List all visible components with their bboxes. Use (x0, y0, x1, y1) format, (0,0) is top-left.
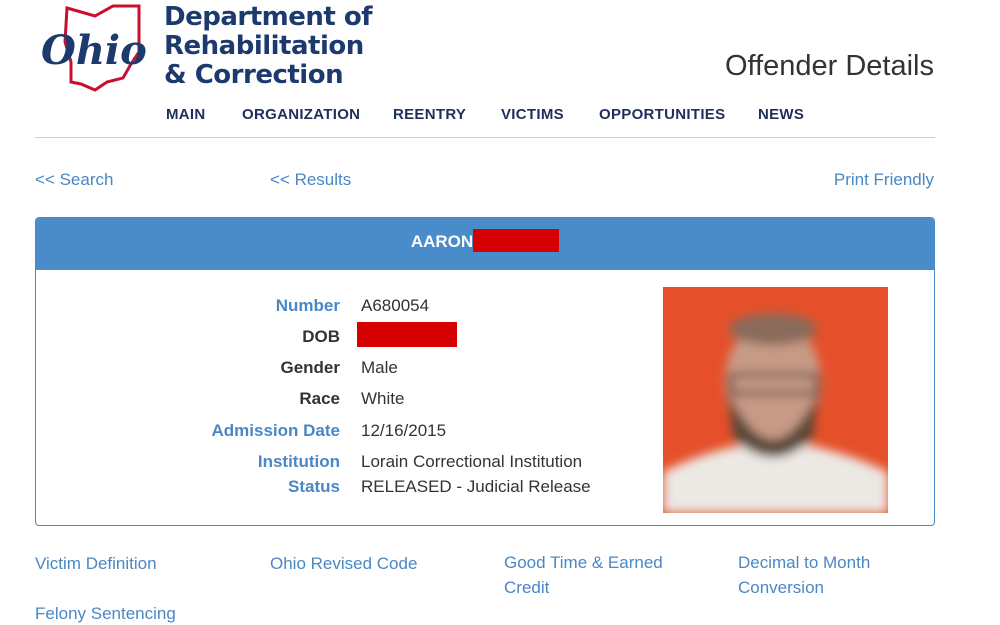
nav-opportunities[interactable]: OPPORTUNITIES (599, 106, 725, 123)
back-to-results-link[interactable]: << Results (270, 170, 351, 190)
number-value: A680054 (361, 296, 430, 315)
ohio-wordmark: Ohio (41, 27, 147, 74)
admission-date-label: Admission Date (211, 421, 340, 440)
dob-redaction (357, 322, 457, 347)
race-label: Race (299, 389, 340, 408)
number-label: Number (275, 296, 340, 315)
status-label: Status (288, 477, 340, 496)
logo-line: Rehabilitation (164, 31, 364, 61)
good-time-earned-credit-link[interactable]: Good Time & Earned Credit (504, 550, 694, 600)
nav-reentry[interactable]: REENTRY (393, 106, 466, 123)
nav-organization[interactable]: ORGANIZATION (242, 106, 360, 123)
logo-line: & Correction (164, 60, 344, 90)
institution-value: Lorain Correctional Institution (361, 452, 583, 471)
offender-name: AARON (410, 232, 474, 251)
nav-main[interactable]: MAIN (166, 106, 206, 123)
nav-victims[interactable]: VICTIMS (501, 106, 564, 123)
race-value: White (361, 389, 405, 408)
ohio-logo[interactable]: Ohio (35, 2, 155, 92)
status-value: RELEASED - Judicial Release (361, 477, 591, 496)
dob-label: DOB (302, 327, 340, 346)
divider (35, 137, 935, 138)
logo-line: Department of (164, 2, 373, 32)
felony-sentencing-link[interactable]: Felony Sentencing (35, 604, 176, 624)
offender-name-header: AARON (36, 218, 934, 270)
institution-label: Institution (257, 452, 340, 471)
name-redaction (473, 229, 560, 252)
nav-news[interactable]: NEWS (758, 106, 804, 123)
page-title: Offender Details (724, 50, 934, 82)
gender-value: Male (361, 358, 398, 377)
print-friendly-link[interactable]: Print Friendly (834, 170, 934, 190)
back-to-search-link[interactable]: << Search (35, 170, 113, 190)
decimal-to-month-link[interactable]: Decimal to Month Conversion (738, 550, 908, 600)
victim-definition-link[interactable]: Victim Definition (35, 554, 157, 574)
gender-label: Gender (280, 358, 340, 377)
offender-photo (663, 287, 888, 513)
department-name: Department of Rehabilitation & Correctio… (164, 2, 373, 90)
admission-date-value: 12/16/2015 (361, 421, 447, 440)
ohio-revised-code-link[interactable]: Ohio Revised Code (270, 554, 417, 574)
